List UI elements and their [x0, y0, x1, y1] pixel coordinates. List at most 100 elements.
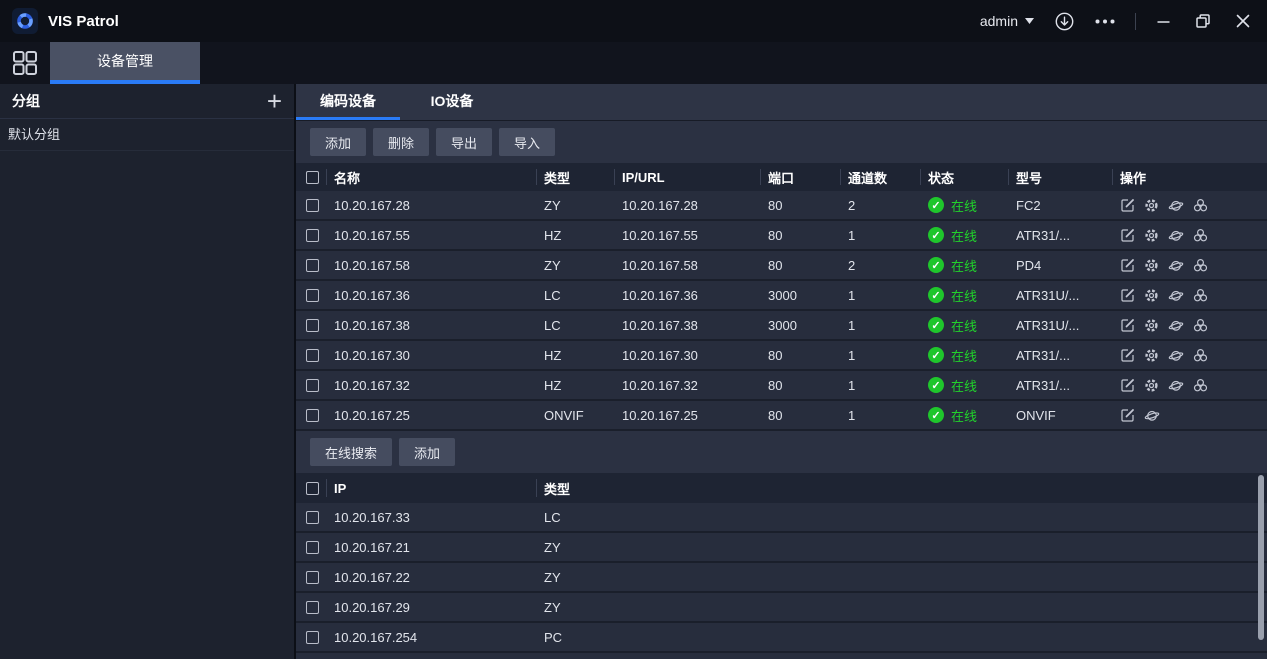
row-checkbox-cell	[296, 199, 326, 212]
cell-ip: 10.20.167.29	[326, 600, 536, 615]
status-badge: ✓在线	[920, 406, 1008, 425]
planet-icon[interactable]	[1168, 228, 1184, 243]
cell-model: FC2	[1008, 198, 1112, 213]
row-checkbox[interactable]	[306, 379, 319, 392]
cluster-icon[interactable]	[1193, 288, 1208, 303]
planet-icon[interactable]	[1168, 348, 1184, 363]
row-checkbox[interactable]	[306, 409, 319, 422]
cell-ip: 10.20.167.22	[326, 570, 536, 585]
header-checkbox-cell	[296, 163, 326, 191]
device-table-row: 10.20.167.38LC10.20.167.3830001✓在线ATR31U…	[296, 311, 1267, 341]
discovered-table-row: 10.20.167.254PC	[296, 623, 1267, 653]
row-checkbox[interactable]	[306, 511, 319, 524]
cell-ip: 10.20.167.21	[326, 540, 536, 555]
add-device-button[interactable]: 添加	[310, 128, 366, 156]
gear-icon[interactable]	[1144, 228, 1159, 243]
add-group-button[interactable]: +	[267, 91, 282, 111]
gear-icon[interactable]	[1144, 258, 1159, 273]
planet-icon[interactable]	[1144, 408, 1160, 423]
status-label: 在线	[951, 316, 977, 335]
row-checkbox[interactable]	[306, 349, 319, 362]
column-header: 类型	[536, 163, 614, 191]
row-checkbox-cell	[296, 349, 326, 362]
gear-icon[interactable]	[1144, 198, 1159, 213]
row-checkbox[interactable]	[306, 631, 319, 644]
edit-icon[interactable]	[1120, 288, 1135, 303]
row-checkbox[interactable]	[306, 289, 319, 302]
import-button[interactable]: 导入	[499, 128, 555, 156]
status-label: 在线	[951, 196, 977, 215]
online-check-icon: ✓	[928, 197, 944, 213]
tab-device-management[interactable]: 设备管理	[50, 42, 200, 84]
gear-icon[interactable]	[1144, 378, 1159, 393]
device-table-row: 10.20.167.30HZ10.20.167.30801✓在线ATR31/..…	[296, 341, 1267, 371]
gear-icon[interactable]	[1144, 288, 1159, 303]
row-actions	[1112, 198, 1267, 213]
online-search-button[interactable]: 在线搜索	[310, 438, 392, 466]
cell-type: ZY	[536, 540, 1267, 555]
planet-icon[interactable]	[1168, 378, 1184, 393]
add-discovered-button[interactable]: 添加	[399, 438, 455, 466]
export-button[interactable]: 导出	[436, 128, 492, 156]
row-checkbox[interactable]	[306, 601, 319, 614]
app-window: VIS Patrol admin	[0, 0, 1267, 659]
cell-port: 80	[760, 348, 840, 363]
select-all-checkbox[interactable]	[306, 482, 319, 495]
row-checkbox[interactable]	[306, 541, 319, 554]
select-all-checkbox[interactable]	[306, 171, 319, 184]
cell-ip: 10.20.167.25	[614, 408, 760, 423]
discovered-table-row: 10.20.167.22ZY	[296, 563, 1267, 593]
edit-icon[interactable]	[1120, 348, 1135, 363]
cell-ip: 10.20.167.33	[326, 510, 536, 525]
row-checkbox[interactable]	[306, 259, 319, 272]
status-label: 在线	[951, 226, 977, 245]
column-header: 端口	[760, 163, 840, 191]
sidebar-item-default-group[interactable]: 默认分组	[0, 119, 294, 151]
cluster-icon[interactable]	[1193, 228, 1208, 243]
row-checkbox-cell	[296, 229, 326, 242]
device-type-tabs: 编码设备 IO设备	[296, 84, 1267, 121]
edit-icon[interactable]	[1120, 318, 1135, 333]
cell-ip: 10.20.167.58	[614, 258, 760, 273]
vertical-scrollbar[interactable]	[1258, 475, 1264, 640]
column-header: 状态	[920, 163, 1008, 191]
user-menu[interactable]: admin	[980, 13, 1034, 29]
edit-icon[interactable]	[1120, 378, 1135, 393]
gear-icon[interactable]	[1144, 348, 1159, 363]
planet-icon[interactable]	[1168, 318, 1184, 333]
edit-icon[interactable]	[1120, 408, 1135, 423]
more-options-button[interactable]	[1095, 19, 1115, 24]
row-checkbox-cell	[296, 631, 326, 644]
cluster-icon[interactable]	[1193, 348, 1208, 363]
apps-grid-icon[interactable]	[12, 50, 38, 76]
edit-icon[interactable]	[1120, 228, 1135, 243]
cell-type: LC	[536, 288, 614, 303]
tab-io-devices[interactable]: IO设备	[400, 84, 504, 120]
edit-icon[interactable]	[1120, 198, 1135, 213]
discovered-table-header: IP类型	[296, 473, 1267, 503]
cluster-icon[interactable]	[1193, 378, 1208, 393]
close-button[interactable]	[1235, 13, 1251, 29]
tab-encoding-devices[interactable]: 编码设备	[296, 84, 400, 120]
maximize-button[interactable]	[1195, 13, 1211, 29]
minimize-button[interactable]	[1156, 14, 1171, 29]
status-badge: ✓在线	[920, 346, 1008, 365]
row-checkbox[interactable]	[306, 319, 319, 332]
edit-icon[interactable]	[1120, 258, 1135, 273]
download-button[interactable]	[1054, 11, 1075, 32]
gear-icon[interactable]	[1144, 318, 1159, 333]
planet-icon[interactable]	[1168, 258, 1184, 273]
row-checkbox[interactable]	[306, 199, 319, 212]
cluster-icon[interactable]	[1193, 198, 1208, 213]
row-checkbox[interactable]	[306, 229, 319, 242]
row-checkbox[interactable]	[306, 571, 319, 584]
planet-icon[interactable]	[1168, 198, 1184, 213]
status-label: 在线	[951, 346, 977, 365]
cluster-icon[interactable]	[1193, 258, 1208, 273]
planet-icon[interactable]	[1168, 288, 1184, 303]
cell-port: 80	[760, 198, 840, 213]
cluster-icon[interactable]	[1193, 318, 1208, 333]
cell-type: HZ	[536, 348, 614, 363]
delete-device-button[interactable]: 删除	[373, 128, 429, 156]
row-checkbox-cell	[296, 511, 326, 524]
